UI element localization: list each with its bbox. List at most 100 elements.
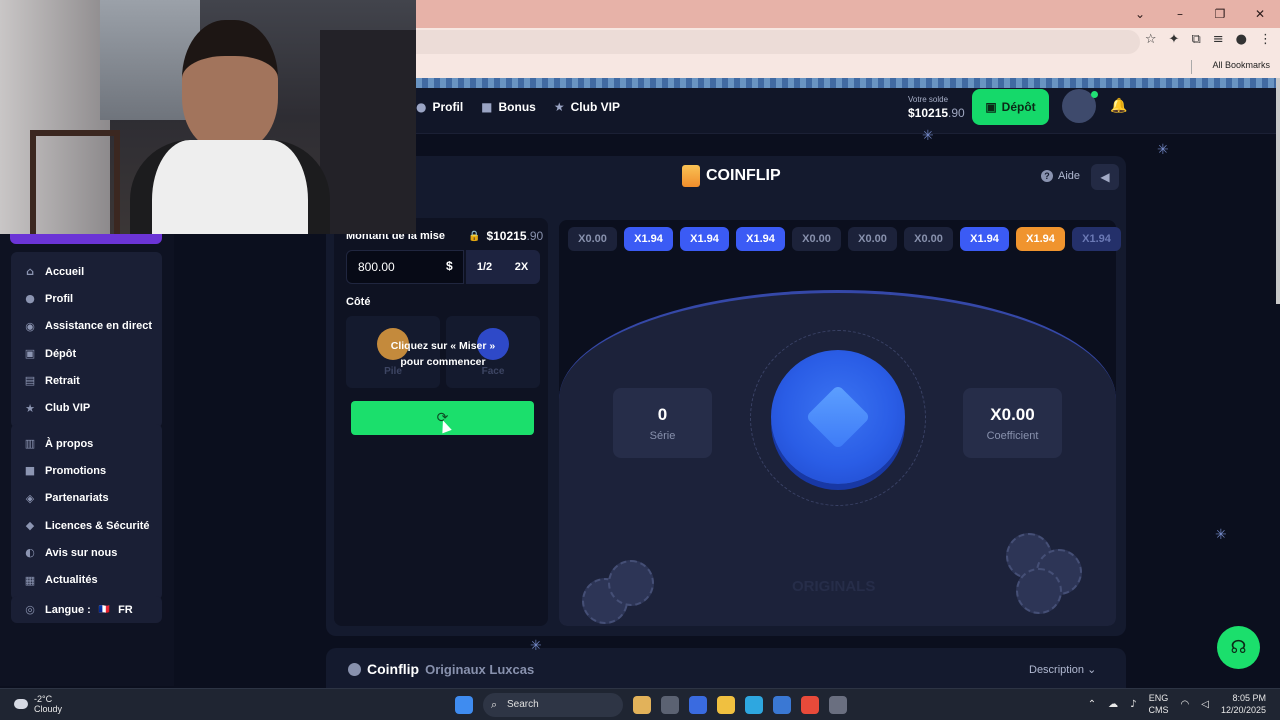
nav-item-bonus[interactable]: ■ Bonus [481, 100, 536, 114]
history-chip: X1.94 [960, 227, 1009, 251]
sidebar-item-retrait[interactable]: ▤ Retrait [11, 367, 162, 394]
balance-label: Votre solde [908, 95, 949, 104]
nav-label: Club VIP [570, 100, 620, 114]
task-view-icon[interactable] [661, 696, 679, 714]
balance-value: $10215.90 [908, 106, 965, 120]
nav-label: Profil [432, 100, 464, 114]
withdraw-icon: ▤ [24, 374, 36, 388]
half-bet-button[interactable]: 1/2 [466, 250, 503, 284]
weather-widget[interactable]: -2°C Cloudy [14, 694, 62, 714]
support-chat-button[interactable]: ☊ [1217, 626, 1260, 669]
minimize-button[interactable]: – [1160, 0, 1200, 28]
sidebar-item-assistance[interactable]: ◉ Assistance en direct [11, 313, 162, 340]
coefficient-value: X0.00 [990, 405, 1035, 424]
store-icon[interactable] [689, 696, 707, 714]
snow-star-icon: ✳ [922, 128, 934, 144]
nav-item-profil[interactable]: ● Profil [416, 100, 463, 114]
volume-icon[interactable]: ◁ [1201, 699, 1209, 710]
language-selector[interactable]: ◎ Langue : 🇫🇷 FR [11, 596, 162, 624]
user-icon: ● [25, 292, 35, 306]
file-explorer-icon[interactable] [717, 696, 735, 714]
taskbar-search[interactable]: ⌕ Search [483, 693, 623, 717]
sidebar-item-club-vip[interactable]: ★ Club VIP [11, 394, 162, 421]
mail-icon[interactable] [773, 696, 791, 714]
history-chip: X0.00 [848, 227, 897, 251]
tab-search-icon[interactable]: ⌄ [1120, 0, 1160, 28]
bell-icon[interactable]: 🔔 [1110, 98, 1127, 114]
webcam-head [182, 20, 278, 150]
sidebar-item-promotions[interactable]: ■ Promotions [11, 457, 162, 484]
sidebar-item-avis[interactable]: ◐ Avis sur nous [11, 539, 162, 566]
sidebar-item-licences[interactable]: ◆ Licences & Sécurité [11, 512, 162, 539]
input-language[interactable]: ENG CMS [1149, 692, 1169, 716]
sidebar-group-info: ▥ À propos ■ Promotions ◈ Partenariats ◆ Lic… [11, 424, 162, 600]
language-label: Langue : [45, 603, 91, 616]
originals-watermark: ORIGINALS [792, 578, 876, 595]
shield-icon: ◆ [25, 519, 35, 533]
wifi-icon[interactable]: ◠ [1181, 699, 1190, 710]
browser-toolbar: ☆ ✦ ⧉ ≡ ● ⋮ [1145, 32, 1272, 47]
lang-top: ENG [1148, 693, 1169, 703]
star-icon: ★ [553, 100, 565, 114]
profile-icon[interactable]: ● [1236, 32, 1247, 47]
bet-currency: $ [446, 259, 453, 273]
media-icon[interactable]: ≡ [1213, 32, 1224, 47]
clock-time: 8:05 PM [1232, 693, 1266, 703]
network-icon[interactable]: ☁ [1108, 699, 1118, 710]
coefficient-box: X0.00 Coefficient [963, 388, 1062, 458]
globe-icon: ◎ [25, 603, 35, 617]
history-chip: X1.94 [1016, 227, 1065, 251]
bookmark-star-icon[interactable]: ☆ [1145, 32, 1157, 47]
sidebar-item-depot[interactable]: ▣ Dépôt [11, 340, 162, 367]
lang-bottom: CMS [1148, 705, 1169, 715]
sidebar-item-a-propos[interactable]: ▥ À propos [11, 430, 162, 457]
menu-icon[interactable]: ⋮ [1259, 32, 1272, 47]
wallet-icon: ▣ [985, 100, 997, 114]
chevron-up-icon[interactable]: ⌃ [1088, 699, 1096, 710]
avatar[interactable] [1062, 89, 1098, 123]
sidebar-item-actualites[interactable]: ▦ Actualités [11, 566, 162, 593]
webcam-background [320, 30, 416, 234]
microphone-icon[interactable]: ♪ [1130, 699, 1136, 710]
double-bet-button[interactable]: 2X [503, 250, 540, 284]
description-title-text: Coinflip [367, 661, 420, 677]
hint-line: Cliquez sur « Miser » [390, 340, 496, 352]
cloud-icon [14, 699, 28, 709]
settings-app-icon[interactable] [829, 696, 847, 714]
help-label: Aide [1058, 170, 1081, 182]
snow-star-icon: ✳ [530, 638, 542, 654]
sidebar-item-label: Club VIP [45, 402, 91, 415]
weather-text: -2°C Cloudy [34, 694, 62, 714]
nav-item-club-vip[interactable]: ★ Club VIP [554, 100, 620, 114]
deposit-button[interactable]: ▣ Dépôt [972, 89, 1049, 125]
description-toggle[interactable]: Description ⌄ [1029, 663, 1096, 676]
coinflip-logo-icon [682, 165, 700, 187]
extension-icon[interactable]: ✦ [1169, 32, 1180, 47]
handshake-icon: ◈ [25, 491, 35, 505]
sidebar-item-accueil[interactable]: ⌂ Accueil [11, 258, 162, 285]
help-button[interactable]: ? Aide [1041, 170, 1080, 182]
sidebar-item-label: Promotions [45, 464, 107, 477]
description-title: Coinflip Originaux Luxcas [348, 661, 534, 677]
close-button[interactable]: ✕ [1240, 0, 1280, 28]
sidebar-item-label: Assistance en direct [45, 320, 152, 333]
webcam-chair [30, 130, 120, 234]
ice-decoration [416, 78, 1280, 88]
all-bookmarks-button[interactable]: All Bookmarks [1212, 60, 1270, 70]
clock[interactable]: 8:05 PM 12/20/2025 [1221, 692, 1266, 716]
edge-icon[interactable] [745, 696, 763, 714]
page-scrollbar[interactable] [1276, 78, 1280, 304]
decor-coin [608, 560, 654, 606]
snow-star-icon: ✳ [1215, 527, 1227, 543]
sound-toggle[interactable]: ◀ [1091, 164, 1119, 190]
sidebar-item-partenariats[interactable]: ◈ Partenariats [11, 485, 162, 512]
taskbar-apps: ⌕ Search [455, 693, 847, 717]
widgets-icon[interactable] [633, 696, 651, 714]
chrome-icon[interactable] [801, 696, 819, 714]
flip-coin [771, 350, 905, 484]
sidebar-item-profil[interactable]: ● Profil [11, 285, 162, 312]
maximize-button[interactable]: ❐ [1200, 0, 1240, 28]
windows-start-icon[interactable] [455, 696, 473, 714]
extensions-puzzle-icon[interactable]: ⧉ [1191, 32, 1200, 47]
search-label: Search [507, 699, 539, 710]
